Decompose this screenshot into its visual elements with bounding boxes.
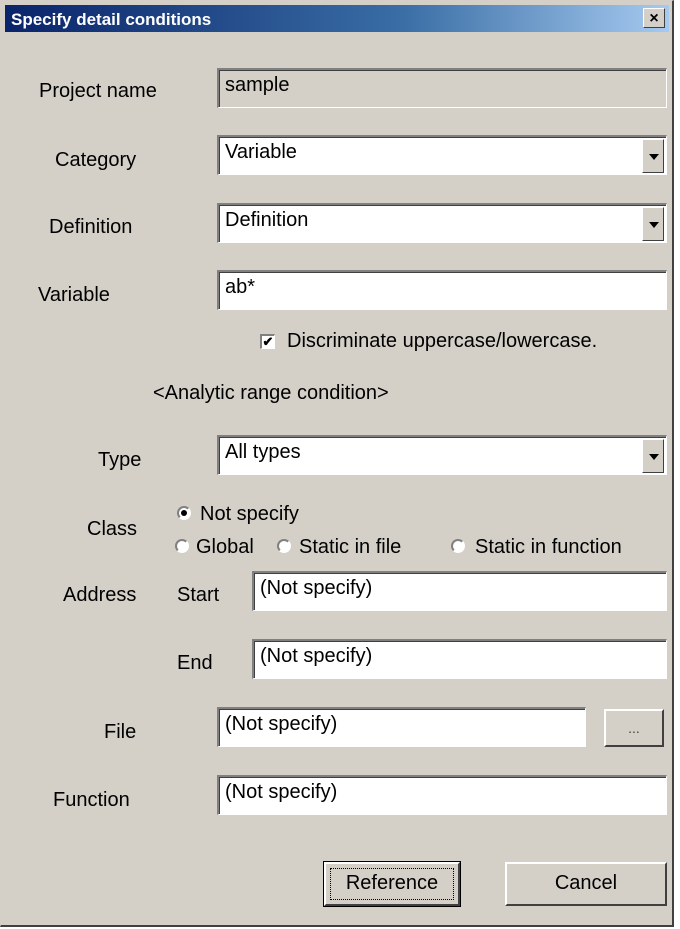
- case-sensitive-checkbox[interactable]: ✔: [260, 334, 275, 349]
- class-radio-not-specify[interactable]: [177, 506, 191, 520]
- class-static-in-file-label[interactable]: Static in file: [299, 536, 401, 559]
- cancel-button[interactable]: Cancel: [505, 862, 667, 906]
- class-not-specify-label[interactable]: Not specify: [200, 503, 299, 526]
- focus-rect: [330, 868, 454, 900]
- project-name-field: sample: [217, 68, 667, 108]
- address-label: Address: [63, 584, 137, 606]
- variable-label: Variable: [38, 284, 110, 306]
- class-label: Class: [87, 518, 138, 540]
- file-input[interactable]: (Not specify): [217, 707, 586, 747]
- class-global-label[interactable]: Global: [196, 536, 254, 559]
- type-value: All types: [225, 441, 301, 463]
- specify-detail-conditions-dialog: Specify detail conditions × Project name…: [0, 0, 674, 927]
- category-label: Category: [55, 149, 137, 171]
- variable-input[interactable]: ab*: [217, 270, 667, 310]
- project-name-label: Project name: [39, 80, 157, 102]
- function-input[interactable]: (Not specify): [217, 775, 667, 815]
- browse-file-button[interactable]: ...: [604, 709, 664, 747]
- chevron-down-icon[interactable]: [642, 207, 664, 241]
- case-sensitive-label[interactable]: Discriminate uppercase/lowercase.: [287, 330, 597, 353]
- analytic-range-heading: <Analytic range condition>: [153, 382, 389, 404]
- class-static-in-function-label[interactable]: Static in function: [475, 536, 622, 559]
- close-button[interactable]: ×: [643, 8, 665, 28]
- category-select[interactable]: Variable: [217, 135, 667, 175]
- definition-value: Definition: [225, 209, 309, 231]
- chevron-down-icon[interactable]: [642, 439, 664, 473]
- checkmark-icon: ✔: [262, 334, 274, 349]
- file-label: File: [104, 721, 137, 743]
- chevron-down-icon[interactable]: [642, 139, 664, 173]
- address-end-input[interactable]: (Not specify): [252, 639, 667, 679]
- address-end-label: End: [177, 652, 213, 674]
- category-value: Variable: [225, 141, 297, 163]
- definition-label: Definition: [49, 216, 133, 238]
- function-label: Function: [53, 789, 130, 811]
- title-bar[interactable]: Specify detail conditions ×: [5, 5, 669, 32]
- class-radio-global[interactable]: [175, 539, 189, 553]
- address-start-label: Start: [177, 584, 220, 606]
- type-label: Type: [98, 449, 142, 471]
- reference-button[interactable]: Reference: [323, 861, 461, 907]
- close-icon: ×: [649, 10, 659, 27]
- class-radio-static-in-function[interactable]: [451, 539, 465, 553]
- address-start-input[interactable]: (Not specify): [252, 571, 667, 611]
- dialog-title: Specify detail conditions: [11, 10, 212, 29]
- type-select[interactable]: All types: [217, 435, 667, 475]
- definition-select[interactable]: Definition: [217, 203, 667, 243]
- class-radio-static-in-file[interactable]: [277, 539, 291, 553]
